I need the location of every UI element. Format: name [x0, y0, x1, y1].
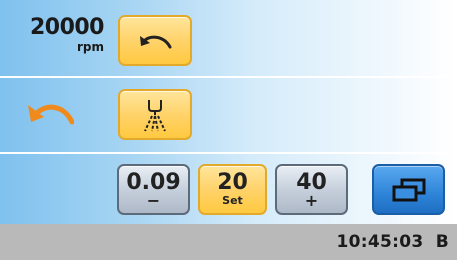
status-clock: 10:45:03 B — [337, 232, 449, 252]
preset-set-value: 20 — [217, 169, 248, 195]
water-spray-icon — [144, 99, 166, 131]
rotation-direction-button[interactable] — [118, 15, 192, 66]
rotation-direction-icon — [28, 104, 74, 125]
speed-unit: rpm — [76, 40, 104, 54]
preset-plus-button[interactable]: 40 + — [275, 164, 348, 215]
preset-set-button[interactable]: 20 Set — [198, 164, 267, 215]
minus-icon: − — [146, 190, 161, 210]
speed-value: 20000 — [29, 15, 105, 40]
status-time: 10:45:03 — [336, 232, 424, 252]
divider-top — [0, 76, 457, 78]
spray-button[interactable] — [118, 89, 192, 140]
divider-bottom — [0, 152, 457, 154]
windows-overlap-icon — [392, 178, 425, 201]
speed-display: 20000 rpm — [26, 15, 105, 55]
preset-set-label: Set — [222, 193, 243, 207]
window-switch-button[interactable] — [372, 164, 445, 215]
status-mode: B — [435, 232, 449, 252]
plus-icon: + — [304, 190, 319, 210]
rotate-counterclockwise-icon — [140, 35, 172, 48]
preset-minus-button[interactable]: 0.09 − — [117, 164, 190, 215]
control-panel: 20000 rpm 0.09 − 20 Set 40 + — [0, 0, 457, 224]
status-bar: 10:45:03 B — [0, 224, 457, 260]
